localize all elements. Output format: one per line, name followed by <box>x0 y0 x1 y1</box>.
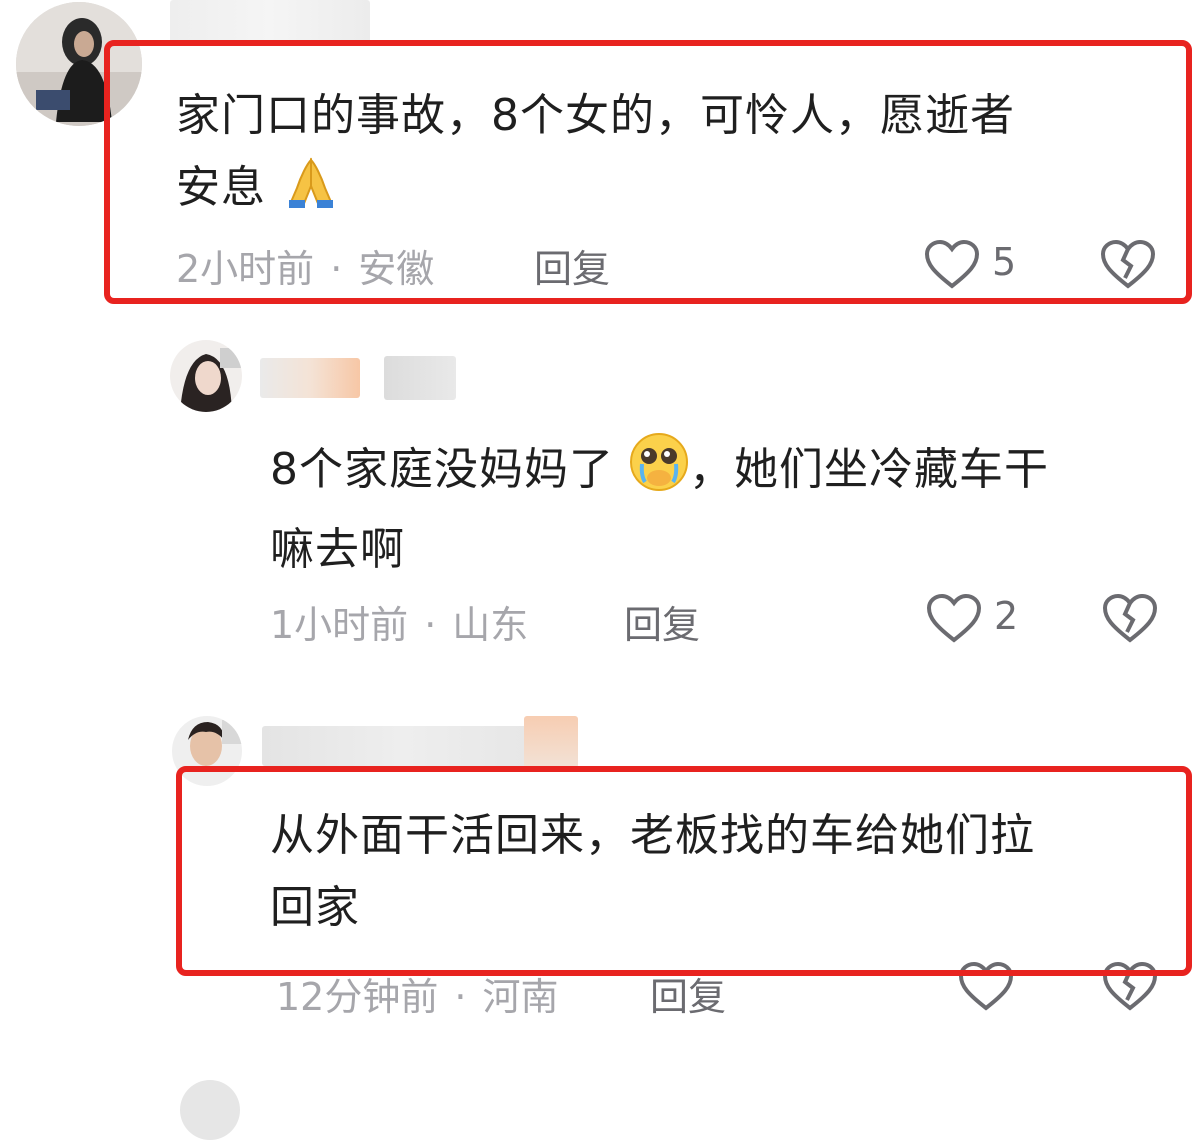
comment-meta: 1小时前 · 山东 <box>270 603 529 647</box>
comment-time: 1小时前 <box>270 603 409 647</box>
username-blurred[interactable] <box>260 358 360 398</box>
highlight-box <box>104 40 1192 304</box>
heart-outline-icon[interactable] <box>926 593 982 648</box>
username-blurred[interactable] <box>524 716 578 768</box>
comment-time: 12分钟前 <box>276 975 439 1019</box>
comment-text-line1: 8个家庭没妈妈了 <box>270 444 614 495</box>
like-count: 2 <box>994 594 1019 638</box>
comment-text: 8个家庭没妈妈了 ，她们坐冷藏车干 嘛去啊 <box>270 432 1170 586</box>
avatar[interactable] <box>180 1080 240 1140</box>
broken-heart-icon[interactable] <box>1102 593 1158 648</box>
crying-face-emoji <box>629 432 689 514</box>
comment-location: 山东 <box>452 603 529 647</box>
comment-text-line2: 嘛去啊 <box>270 524 405 575</box>
reply-button[interactable]: 回复 <box>624 594 700 649</box>
comment-location: 河南 <box>482 975 559 1019</box>
username-blurred[interactable] <box>262 726 542 766</box>
username-blurred[interactable] <box>384 356 456 400</box>
comment-text-line1-rest: ，她们坐冷藏车干 <box>689 444 1049 495</box>
avatar[interactable] <box>170 340 242 412</box>
highlight-box <box>176 766 1192 976</box>
